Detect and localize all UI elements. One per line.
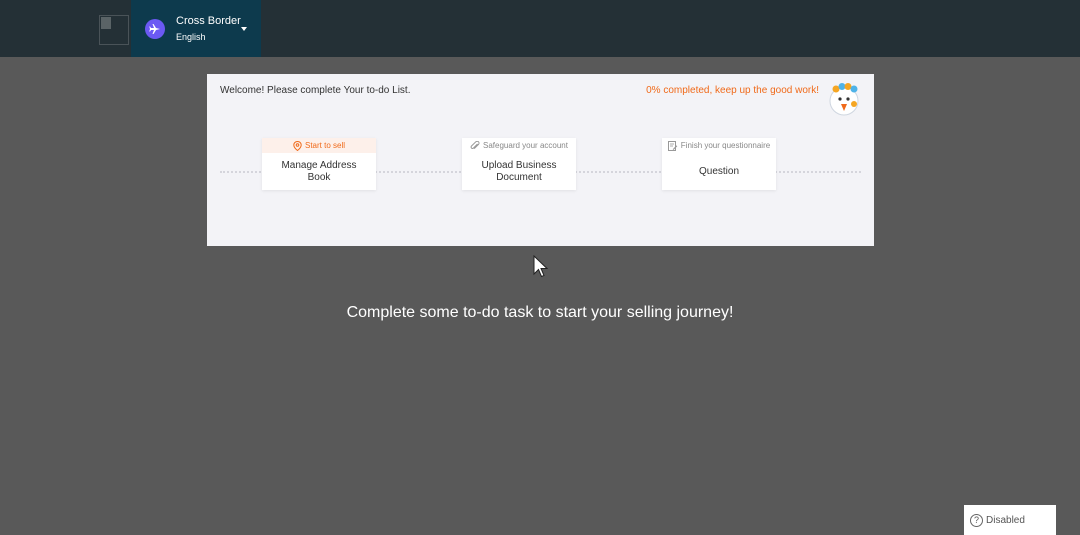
top-bar: Cross Border English xyxy=(0,0,1080,57)
step-label: Question xyxy=(698,165,740,177)
step-header: Finish your questionnaire xyxy=(662,138,776,153)
step-header-label: Finish your questionnaire xyxy=(680,141,771,150)
step-header-label: Start to sell xyxy=(304,141,345,150)
todo-list-panel: Welcome! Please complete Your to-do List… xyxy=(207,74,874,246)
region-selector[interactable]: Cross Border English xyxy=(131,0,261,57)
todo-step-upload-business-document[interactable]: Safeguard your account Upload Business D… xyxy=(462,138,576,190)
location-pin-icon xyxy=(293,140,302,151)
todo-welcome-text: Welcome! Please complete Your to-do List… xyxy=(220,85,411,96)
chevron-down-icon[interactable] xyxy=(241,27,247,31)
step-label: Upload Business Document xyxy=(462,153,576,190)
journey-message: Complete some to-do task to start your s… xyxy=(346,304,734,321)
mascot-icon xyxy=(826,82,862,118)
todo-step-manage-address-book[interactable]: Start to sell Manage Address Book xyxy=(262,138,376,190)
help-circle-icon: ? xyxy=(970,513,983,527)
step-header-label: Safeguard your account xyxy=(483,141,568,150)
logo-image[interactable] xyxy=(99,15,129,45)
status-badge-label: Disabled xyxy=(986,514,1025,526)
step-label-text: Upload Business Document xyxy=(481,159,557,183)
airplane-icon xyxy=(145,19,165,39)
edit-document-icon xyxy=(667,140,678,151)
todo-step-question[interactable]: Finish your questionnaire Question xyxy=(662,138,776,190)
region-language: English xyxy=(176,32,206,42)
status-badge[interactable]: ? Disabled xyxy=(964,505,1056,535)
region-title: Cross Border xyxy=(176,15,241,27)
step-label: Manage Address Book xyxy=(281,159,357,183)
paperclip-icon xyxy=(470,140,480,149)
step-header: Start to sell xyxy=(262,138,376,153)
mouse-cursor-icon xyxy=(533,254,549,284)
step-header: Safeguard your account xyxy=(462,138,576,153)
todo-progress-text: 0% completed, keep up the good work! xyxy=(646,85,819,96)
